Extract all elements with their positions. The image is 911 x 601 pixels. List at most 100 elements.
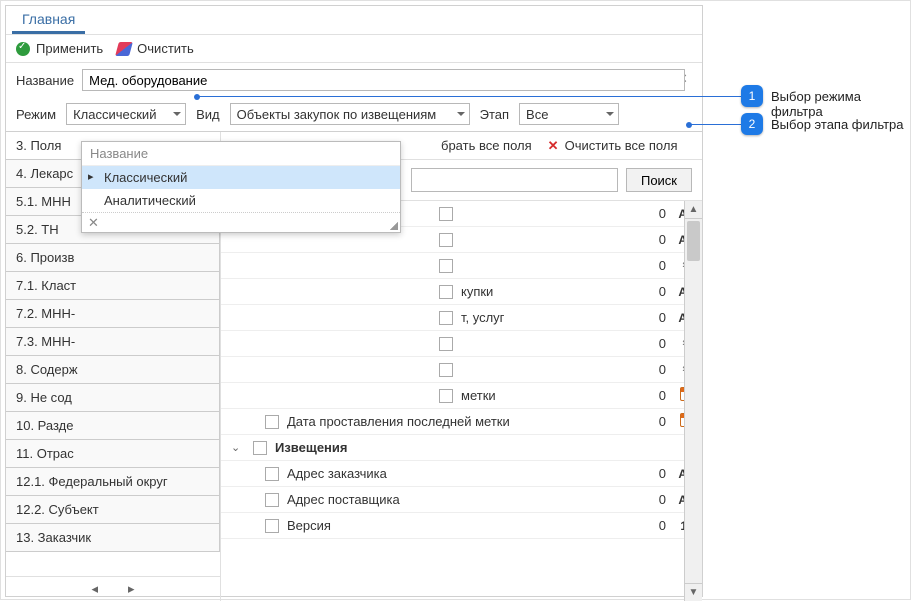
grid-scrollbar[interactable]: ▲ ▼ [684, 201, 702, 601]
toolbar: Применить Очистить [6, 34, 702, 63]
mode-label: Режим [16, 107, 56, 122]
tab-bar: Главная [6, 6, 702, 34]
mode-select[interactable]: Классический [66, 103, 186, 125]
clear-all-label: Очистить все поля [565, 138, 678, 153]
checkbox[interactable] [439, 337, 453, 351]
field-count: 0 [632, 414, 672, 429]
field-count: 0 [632, 466, 672, 481]
field-row[interactable]: 0½ [221, 331, 702, 357]
left-tab[interactable]: 6. Произв [6, 244, 220, 272]
checkbox[interactable] [265, 493, 279, 507]
field-row[interactable]: Адрес поставщика0AB [221, 487, 702, 513]
left-tab[interactable]: 7.3. МНН- [6, 328, 220, 356]
tab-main[interactable]: Главная [12, 7, 85, 34]
field-label: Адрес поставщика [287, 492, 632, 507]
field-count: 0 [632, 310, 672, 325]
field-row[interactable]: Версия012 [221, 513, 702, 539]
callout-badge-1: 1 [741, 85, 763, 107]
chevron-left-icon[interactable]: ◂ [91, 581, 98, 597]
left-tab-arrows[interactable]: ◂▸ [6, 576, 220, 601]
checkbox[interactable] [439, 285, 453, 299]
field-label: купки [461, 284, 632, 299]
left-tab[interactable]: 7.2. МНН- [6, 300, 220, 328]
name-label: Название [16, 73, 74, 88]
field-search-input[interactable] [411, 168, 618, 192]
clear-all-fields[interactable]: ✕ Очистить все поля [548, 138, 678, 154]
checkbox[interactable] [439, 207, 453, 221]
checkbox[interactable] [439, 389, 453, 403]
field-count: 0 [632, 492, 672, 507]
checkbox[interactable] [439, 311, 453, 325]
dropdown-header: Название [82, 142, 400, 166]
fields-grid: 0AB0AB0½купки0ABт, услуг0AB0½0½метки0Дат… [221, 201, 702, 601]
field-count: 0 [632, 284, 672, 299]
field-group-row[interactable]: ⌄ Извещения [221, 435, 702, 461]
field-label: Версия [287, 518, 632, 533]
scroll-thumb[interactable] [687, 221, 700, 261]
checkbox[interactable] [253, 441, 267, 455]
checkbox[interactable] [265, 415, 279, 429]
left-tab[interactable]: 11. Отрас [6, 440, 220, 468]
field-row[interactable]: Дата проставления последней метки0 [221, 409, 702, 435]
callout-badge-2: 2 [741, 113, 763, 135]
checkbox[interactable] [439, 233, 453, 247]
mode-row: Режим Классический Вид Объекты закупок п… [6, 97, 702, 131]
field-count: 0 [632, 232, 672, 247]
checkbox[interactable] [265, 467, 279, 481]
left-tab[interactable]: 12.1. Федеральный округ [6, 468, 220, 496]
mode-value: Классический [73, 107, 156, 122]
callout-text-2: Выбор этапа фильтра [771, 117, 904, 132]
app-window: Главная Применить Очистить Название ✕ Ре… [5, 5, 703, 597]
dropdown-footer: ✕ [82, 212, 400, 232]
field-count: 0 [632, 206, 672, 221]
view-value: Объекты закупок по извещениям [237, 107, 437, 122]
select-all-fields[interactable]: брать все поля [441, 138, 532, 153]
field-row[interactable]: купки0AB [221, 279, 702, 305]
field-search-button[interactable]: Поиск [626, 168, 692, 192]
checkbox[interactable] [439, 363, 453, 377]
field-label: т, услуг [461, 310, 632, 325]
field-count: 0 [632, 362, 672, 377]
field-row[interactable]: т, услуг0AB [221, 305, 702, 331]
checkbox[interactable] [439, 259, 453, 273]
field-row[interactable]: Адрес заказчика0AB [221, 461, 702, 487]
stage-value: Все [526, 107, 548, 122]
apply-button[interactable]: Применить [16, 41, 103, 56]
name-row: Название ✕ [6, 63, 702, 97]
scroll-down-icon[interactable]: ▼ [685, 583, 702, 601]
field-label: Извещения [275, 440, 702, 455]
left-tab[interactable]: 8. Содерж [6, 356, 220, 384]
left-tab[interactable]: 7.1. Класт [6, 272, 220, 300]
field-count: 0 [632, 388, 672, 403]
dropdown-option[interactable]: Классический [82, 166, 400, 189]
field-label: метки [461, 388, 632, 403]
left-tab[interactable]: 12.2. Субъект [6, 496, 220, 524]
field-count: 0 [632, 336, 672, 351]
callout-line-2 [689, 124, 741, 125]
scroll-up-icon[interactable]: ▲ [685, 201, 702, 219]
clear-button[interactable]: Очистить [117, 41, 194, 56]
field-count: 0 [632, 258, 672, 273]
callout-text-1: Выбор режима фильтра [771, 89, 910, 119]
chevron-right-icon[interactable]: ▸ [128, 581, 135, 597]
field-row[interactable]: метки0 [221, 383, 702, 409]
view-select[interactable]: Объекты закупок по извещениям [230, 103, 470, 125]
field-row[interactable]: 0½ [221, 357, 702, 383]
select-all-label: брать все поля [441, 138, 532, 153]
expander-icon[interactable]: ⌄ [231, 441, 245, 454]
dropdown-close-icon[interactable]: ✕ [88, 215, 99, 230]
left-tab[interactable]: 10. Разде [6, 412, 220, 440]
dropdown-option[interactable]: Аналитический [82, 189, 400, 212]
field-count: 0 [632, 518, 672, 533]
dropdown-resize-handle[interactable] [388, 220, 398, 230]
left-tab[interactable]: 13. Заказчик [6, 524, 220, 552]
field-label: Дата проставления последней метки [287, 414, 632, 429]
name-input[interactable] [82, 69, 685, 91]
apply-label: Применить [36, 41, 103, 56]
left-tab[interactable]: 9. Не сод [6, 384, 220, 412]
stage-select[interactable]: Все [519, 103, 619, 125]
field-row[interactable]: 0½ [221, 253, 702, 279]
view-label: Вид [196, 107, 220, 122]
eraser-icon [115, 42, 133, 56]
checkbox[interactable] [265, 519, 279, 533]
